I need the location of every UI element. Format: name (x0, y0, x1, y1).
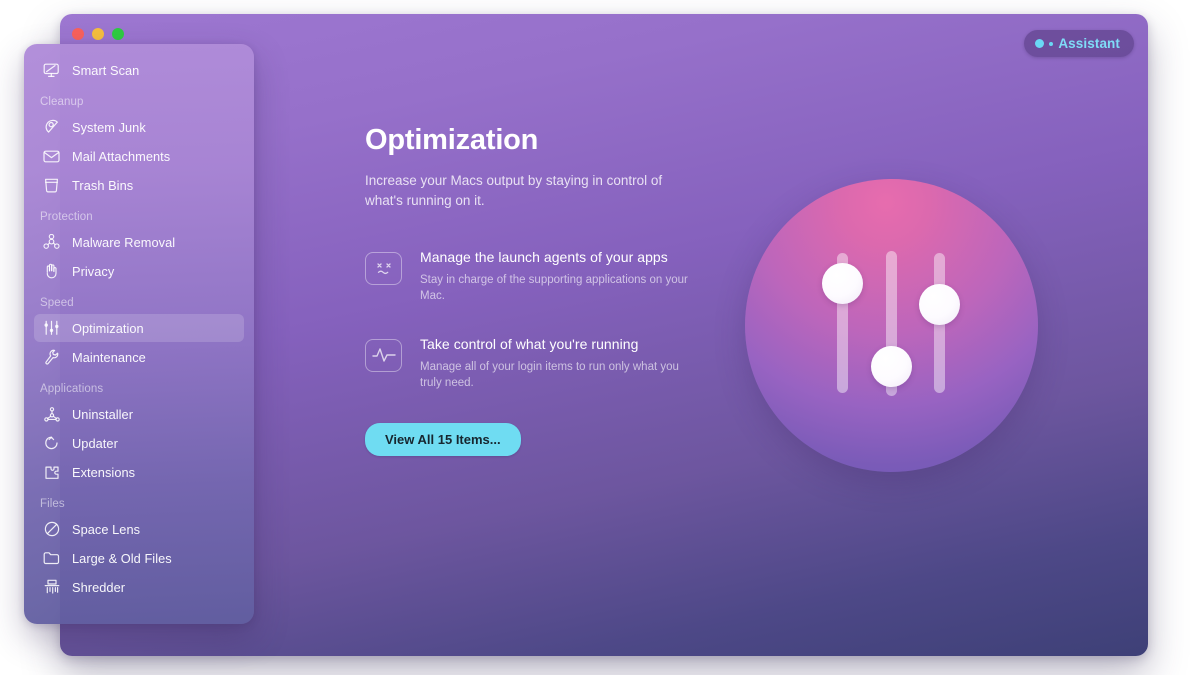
minimize-button[interactable] (92, 28, 104, 40)
feature-title: Manage the launch agents of your apps (420, 249, 668, 266)
sidebar-group-label-cleanup: Cleanup (40, 96, 84, 108)
view-all-items-button[interactable]: View All 15 Items... (365, 423, 521, 457)
assistant-label: Assistant (1058, 36, 1120, 51)
sidebar-item-label: Large & Old Files (72, 550, 172, 566)
feature-text: Manage the launch agents of your apps St… (420, 248, 692, 305)
refresh-arrow-icon (42, 434, 61, 453)
trash-bin-icon (42, 176, 61, 195)
spiral-broom-icon (42, 118, 61, 137)
sidebar-item-updater[interactable]: Updater (34, 429, 244, 457)
sidebar-item-maintenance[interactable]: Maintenance (34, 343, 244, 371)
sidebar-item-label: Shredder (72, 579, 126, 595)
sidebar-item-label: Trash Bins (72, 177, 134, 193)
shredder-icon (42, 578, 61, 597)
page-title: Optimization (365, 124, 539, 156)
sidebar-item-label: Space Lens (72, 521, 141, 537)
assistant-button[interactable]: Assistant (1024, 30, 1134, 57)
sidebar-item-label: Updater (72, 435, 118, 451)
assistant-dot-large-icon (1035, 39, 1045, 48)
puzzle-piece-icon (42, 463, 61, 482)
sidebar-item-label: Maintenance (72, 349, 146, 365)
sidebar-item-optimization[interactable]: Optimization (34, 314, 244, 342)
biohazard-icon (42, 233, 61, 252)
molecule-icon (42, 405, 61, 424)
sliders-icon (42, 319, 61, 338)
screen: Assistant Optimization Increase your Mac… (0, 0, 1200, 675)
feature-description: Manage all of your login items to run on… (420, 360, 679, 390)
sidebar-item-smart-scan[interactable]: Smart Scan (34, 56, 244, 84)
close-button[interactable] (72, 28, 84, 40)
sidebar-item-label: Extensions (72, 464, 136, 480)
sidebar-item-label: Uninstaller (72, 406, 134, 422)
sidebar-item-label: Mail Attachments (72, 148, 171, 164)
wrench-icon (42, 348, 61, 367)
sidebar-item-system-junk[interactable]: System Junk (34, 113, 244, 141)
sidebar-item-shredder[interactable]: Shredder (34, 573, 244, 601)
envelope-icon (42, 147, 61, 166)
sidebar-item-label: Privacy (72, 263, 115, 279)
maximize-button[interactable] (112, 28, 124, 40)
folder-icon (42, 549, 61, 568)
sidebar-group-label-applications: Applications (40, 383, 104, 395)
feature-title: Take control of what you're running (420, 335, 639, 352)
feature-list: Manage the launch agents of your apps St… (365, 248, 1148, 391)
sidebar-item-malware-removal[interactable]: Malware Removal (34, 228, 244, 256)
sidebar-item-uninstaller[interactable]: Uninstaller (34, 400, 244, 428)
sidebar-item-space-lens[interactable]: Space Lens (34, 515, 244, 543)
sidebar-item-label: Smart Scan (72, 62, 140, 78)
sidebar-item-extensions[interactable]: Extensions (34, 458, 244, 486)
feature-text: Take control of what you're running Mana… (420, 335, 692, 392)
traffic-lights (72, 28, 124, 40)
sidebar-item-label: System Junk (72, 119, 146, 135)
sidebar-item-large-old-files[interactable]: Large & Old Files (34, 544, 244, 572)
sidebar-item-label: Malware Removal (72, 234, 176, 250)
pulse-wave-square-icon (365, 338, 402, 372)
sidebar-item-trash-bins[interactable]: Trash Bins (34, 171, 244, 199)
page-subtitle: Increase your Macs output by staying in … (365, 173, 663, 208)
sidebar-group-label-speed: Speed (40, 297, 74, 309)
sidebar-item-privacy[interactable]: Privacy (34, 257, 244, 285)
feature-item: Manage the launch agents of your apps St… (365, 248, 1148, 305)
feature-item: Take control of what you're running Mana… (365, 335, 1148, 392)
sidebar-item-label: Optimization (72, 320, 144, 336)
sidebar-item-mail-attachments[interactable]: Mail Attachments (34, 142, 244, 170)
lens-circle-icon (42, 520, 61, 539)
assistant-dot-small-icon (1049, 41, 1054, 46)
sidebar-group-label-files: Files (40, 498, 65, 510)
sidebar: Smart Scan Cleanup System Junk Mail Atta… (24, 44, 254, 624)
sidebar-group-label-protection: Protection (40, 211, 93, 223)
feature-description: Stay in charge of the supporting applica… (420, 274, 688, 303)
sad-face-square-icon (365, 252, 402, 286)
monitor-icon (42, 61, 61, 80)
hand-icon (42, 262, 61, 281)
main-content: Optimization Increase your Macs output b… (365, 124, 1148, 457)
